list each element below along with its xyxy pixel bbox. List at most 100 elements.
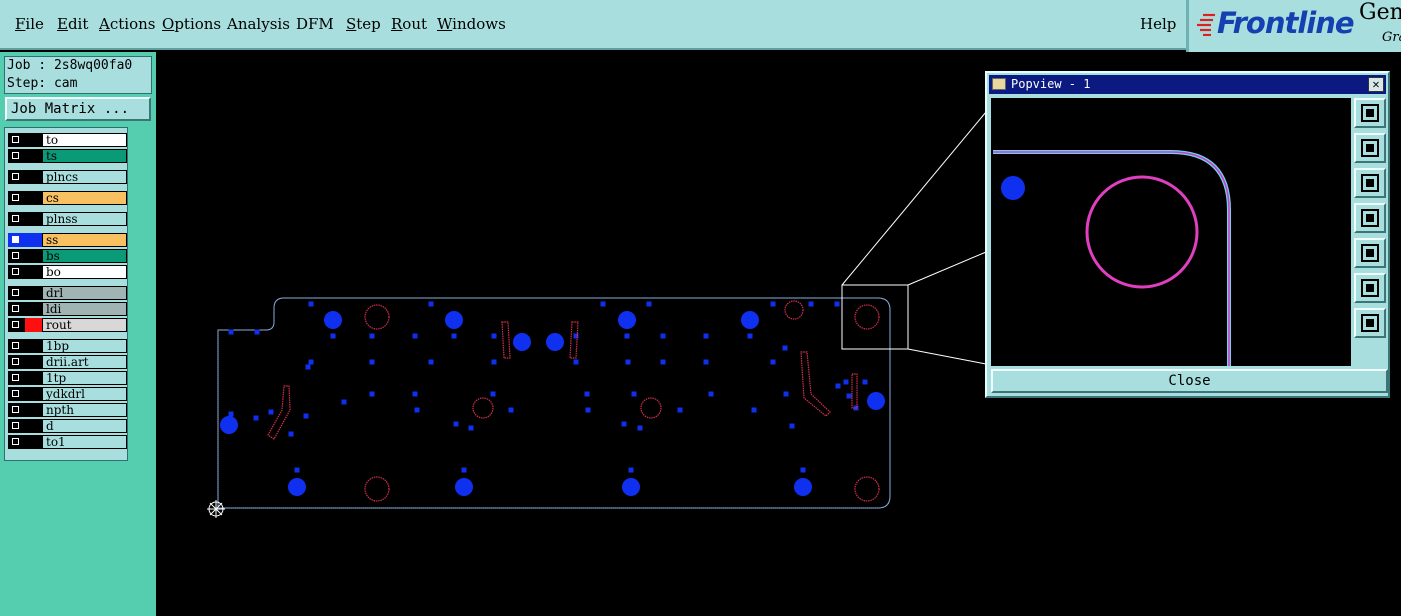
- pad-small: [631, 391, 637, 397]
- layer-checkbox[interactable]: [8, 133, 25, 147]
- layer-color-swatch[interactable]: [25, 191, 42, 205]
- layer-checkbox[interactable]: [8, 318, 25, 332]
- layer-row-drl[interactable]: drl: [8, 286, 127, 300]
- layer-name[interactable]: to: [42, 133, 127, 147]
- layer-name[interactable]: d: [42, 419, 127, 433]
- layer-checkbox[interactable]: [8, 339, 25, 353]
- zoom-out-icon[interactable]: [1354, 308, 1386, 338]
- layer-color-swatch[interactable]: [25, 435, 42, 449]
- layer-color-swatch[interactable]: [25, 233, 42, 247]
- layer-checkbox[interactable]: [8, 170, 25, 184]
- layer-checkbox[interactable]: [8, 265, 25, 279]
- layer-checkbox[interactable]: [8, 249, 25, 263]
- checkbox-icon: [12, 289, 19, 296]
- layer-row-cs[interactable]: cs: [8, 191, 127, 205]
- popview-title: Popview - 1: [1011, 77, 1091, 91]
- layer-row-ldi[interactable]: ldi: [8, 302, 127, 316]
- menu-analysis[interactable]: Analysis: [227, 15, 290, 33]
- layer-name[interactable]: 1tp: [42, 371, 127, 385]
- layer-name[interactable]: plncs: [42, 170, 127, 184]
- layer-row-to[interactable]: to: [8, 133, 127, 147]
- layer-color-swatch[interactable]: [25, 133, 42, 147]
- layer-color-swatch[interactable]: [25, 339, 42, 353]
- close-icon[interactable]: ✕: [1368, 77, 1384, 92]
- zoom-fit-icon[interactable]: [1354, 98, 1386, 128]
- layer-row-drii-art[interactable]: drii.art: [8, 355, 127, 369]
- layer-name[interactable]: drii.art: [42, 355, 127, 369]
- layer-row-ts[interactable]: ts: [8, 149, 127, 163]
- checkbox-icon: [12, 194, 19, 201]
- layer-name[interactable]: 1bp: [42, 339, 127, 353]
- popview-close-button[interactable]: Close: [991, 369, 1388, 393]
- layer-row-plnss[interactable]: plnss: [8, 212, 127, 226]
- layer-row-bs[interactable]: bs: [8, 249, 127, 263]
- layer-name[interactable]: plnss: [42, 212, 127, 226]
- layer-row-d[interactable]: d: [8, 419, 127, 433]
- layer-color-swatch[interactable]: [25, 318, 42, 332]
- layer-checkbox[interactable]: [8, 371, 25, 385]
- layer-color-swatch[interactable]: [25, 371, 42, 385]
- layer-color-swatch[interactable]: [25, 302, 42, 316]
- zoom-in-icon[interactable]: [1354, 273, 1386, 303]
- layer-color-swatch[interactable]: [25, 149, 42, 163]
- layer-row-1bp[interactable]: 1bp: [8, 339, 127, 353]
- layer-color-swatch[interactable]: [25, 249, 42, 263]
- job-matrix-button[interactable]: Job Matrix ...: [5, 97, 151, 121]
- layer-checkbox[interactable]: [8, 212, 25, 226]
- layer-color-swatch[interactable]: [25, 212, 42, 226]
- menu-rout[interactable]: Rout: [391, 15, 427, 33]
- layer-name[interactable]: drl: [42, 286, 127, 300]
- layer-checkbox[interactable]: [8, 403, 25, 417]
- checkbox-icon: [12, 358, 19, 365]
- layer-name[interactable]: rout: [42, 318, 127, 332]
- layer-checkbox[interactable]: [8, 302, 25, 316]
- layer-row-bo[interactable]: bo: [8, 265, 127, 279]
- layer-checkbox[interactable]: [8, 355, 25, 369]
- checkbox-icon: [12, 152, 19, 159]
- menu-edit[interactable]: Edit: [57, 15, 88, 33]
- layer-name[interactable]: ldi: [42, 302, 127, 316]
- menu-options[interactable]: Options: [162, 15, 221, 33]
- layer-name[interactable]: cs: [42, 191, 127, 205]
- pan-up-icon[interactable]: [1354, 133, 1386, 163]
- layer-name[interactable]: to1: [42, 435, 127, 449]
- layer-row-to1[interactable]: to1: [8, 435, 127, 449]
- menu-windows[interactable]: Windows: [437, 15, 506, 33]
- layer-color-swatch[interactable]: [25, 286, 42, 300]
- layer-name[interactable]: ydkdrl: [42, 387, 127, 401]
- layer-name[interactable]: bs: [42, 249, 127, 263]
- layer-checkbox[interactable]: [8, 435, 25, 449]
- popview-canvas[interactable]: [991, 98, 1351, 366]
- layer-checkbox[interactable]: [8, 233, 25, 247]
- popview-titlebar[interactable]: Popview - 1 ✕: [989, 75, 1386, 94]
- layer-checkbox[interactable]: [8, 149, 25, 163]
- layer-name[interactable]: bo: [42, 265, 127, 279]
- layer-checkbox[interactable]: [8, 286, 25, 300]
- pan-down-icon[interactable]: [1354, 168, 1386, 198]
- layer-color-swatch[interactable]: [25, 387, 42, 401]
- layer-row-1tp[interactable]: 1tp: [8, 371, 127, 385]
- menu-file[interactable]: File: [15, 15, 44, 33]
- menu-dfm[interactable]: DFM: [296, 15, 334, 33]
- layer-checkbox[interactable]: [8, 387, 25, 401]
- layer-name[interactable]: ss: [42, 233, 127, 247]
- layer-row-ss[interactable]: ss: [8, 233, 127, 247]
- layer-color-swatch[interactable]: [25, 403, 42, 417]
- menu-actions[interactable]: Actions: [99, 15, 155, 33]
- menu-step[interactable]: Step: [346, 15, 381, 33]
- layer-row-ydkdrl[interactable]: ydkdrl: [8, 387, 127, 401]
- layer-color-swatch[interactable]: [25, 265, 42, 279]
- layer-color-swatch[interactable]: [25, 170, 42, 184]
- layer-name[interactable]: ts: [42, 149, 127, 163]
- layer-color-swatch[interactable]: [25, 355, 42, 369]
- layer-row-rout[interactable]: rout: [8, 318, 127, 332]
- layer-checkbox[interactable]: [8, 419, 25, 433]
- layer-name[interactable]: npth: [42, 403, 127, 417]
- layer-color-swatch[interactable]: [25, 419, 42, 433]
- layer-row-npth[interactable]: npth: [8, 403, 127, 417]
- layer-checkbox[interactable]: [8, 191, 25, 205]
- layer-row-plncs[interactable]: plncs: [8, 170, 127, 184]
- menu-help[interactable]: Help: [1140, 15, 1176, 33]
- pan-left-icon[interactable]: [1354, 203, 1386, 233]
- pan-right-icon[interactable]: [1354, 238, 1386, 268]
